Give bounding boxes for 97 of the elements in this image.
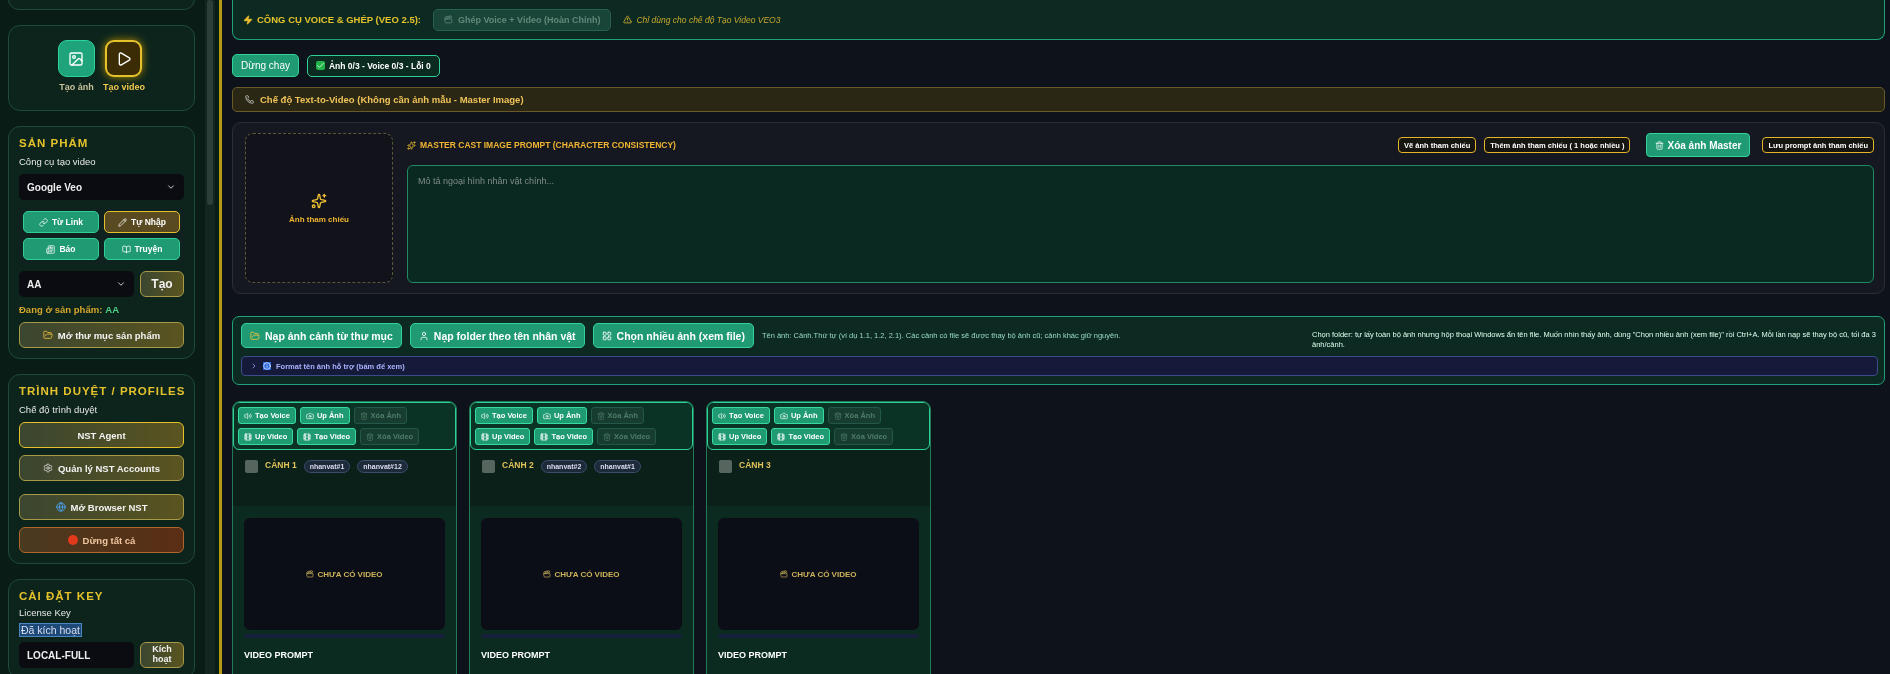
- tool-select[interactable]: Google Veo: [19, 174, 184, 200]
- caret-icon: [166, 182, 176, 192]
- scene-checkbox[interactable]: [719, 460, 732, 474]
- master-button[interactable]: Xóa ảnh Master: [1646, 133, 1751, 157]
- warning-icon: [623, 15, 633, 24]
- clapperboard-icon: [543, 570, 552, 579]
- camera-icon: [305, 411, 314, 420]
- master-title: MASTER CAST IMAGE PROMPT (CHARACTER CONSISTENCY): [407, 140, 1390, 150]
- trash-icon: [366, 432, 375, 441]
- video-status: CHƯA CÓ VIDEO: [317, 569, 383, 579]
- stop-button[interactable]: Dừng chạy: [232, 54, 299, 77]
- license-status: Đã kích hoạt: [19, 623, 82, 637]
- mode-button[interactable]: [58, 40, 95, 77]
- current-product: Đang ở sản phẩm: AA: [19, 304, 121, 315]
- section-title: CÀI ĐẶT KEY: [19, 590, 105, 602]
- scene-checkbox[interactable]: [245, 460, 258, 474]
- phone-icon: [245, 95, 254, 104]
- browser-button[interactable]: Mở Browser NST: [19, 494, 184, 520]
- create-button[interactable]: Tạo: [140, 271, 184, 297]
- play-icon: [116, 50, 132, 67]
- gear-icon: [42, 463, 53, 473]
- film-icon: [244, 432, 252, 441]
- import-button[interactable]: Chọn nhiều ảnh (xem file): [592, 323, 754, 348]
- trash-icon: [833, 411, 842, 420]
- mode-label: Tạo video: [103, 82, 145, 92]
- reference-dropzone[interactable]: Ảnh tham chiếu: [245, 133, 393, 283]
- tools-title: CÔNG CỤ VOICE & GHÉP (VEO 2.5):: [243, 14, 421, 25]
- caret-icon: [250, 362, 258, 371]
- speaker-icon: [481, 411, 489, 420]
- trash-icon: [596, 411, 605, 420]
- import-button[interactable]: Nạp ảnh cảnh từ thư mục: [241, 323, 402, 348]
- film-icon: [718, 432, 726, 441]
- license-field[interactable]: LOCAL-FULL: [19, 642, 134, 668]
- source-button[interactable]: Truyện: [104, 238, 180, 260]
- person-icon: [418, 330, 429, 341]
- trash-icon: [359, 411, 368, 420]
- browser-button[interactable]: Dừng tất cả: [19, 527, 184, 553]
- browser-mode-button[interactable]: NST Agent: [19, 422, 184, 448]
- prompt-field[interactable]: Mô tả ngoại hình nhân vật chính...: [407, 165, 1874, 283]
- film-icon: [540, 432, 549, 441]
- clapperboard-icon: [306, 570, 315, 579]
- field-label: Chế độ trình duyệt: [19, 404, 99, 415]
- prompt-label: VIDEO PROMPT: [718, 650, 788, 661]
- info-icon: [263, 362, 271, 371]
- open-folder-button[interactable]: Mở thư mục sản phẩm: [19, 322, 184, 348]
- mode-button[interactable]: [105, 40, 143, 77]
- browser-button[interactable]: Quản lý NST Accounts: [19, 455, 184, 481]
- book-icon: [121, 244, 131, 254]
- mode-label: Tạo ảnh: [59, 82, 94, 92]
- image-icon: [68, 50, 85, 67]
- camera-icon: [779, 411, 788, 420]
- section-title: SẢN PHẨM: [19, 137, 90, 149]
- film-icon: [777, 432, 786, 441]
- sparkle-icon: [407, 140, 416, 150]
- check-icon: [315, 61, 325, 70]
- link-icon: [38, 217, 48, 227]
- clapperboard-icon: [780, 570, 789, 579]
- trash-icon: [1655, 140, 1665, 150]
- caret-icon: [116, 279, 126, 289]
- grid-icon: [601, 330, 612, 341]
- trash-icon: [603, 432, 612, 441]
- lightning-icon: [243, 14, 253, 25]
- field-label: Công cụ tạo video: [19, 156, 97, 167]
- note-text: Chỉ dùng cho chế độ Tạo Video VEO3: [623, 14, 781, 25]
- stop-icon: [67, 535, 78, 545]
- folder-icon: [42, 330, 53, 340]
- product-select[interactable]: AA: [19, 271, 134, 297]
- import-button[interactable]: Nạp folder theo tên nhân vật: [409, 323, 585, 348]
- speaker-icon: [718, 411, 726, 420]
- scrollbar[interactable]: [205, 0, 215, 674]
- video-status: CHƯA CÓ VIDEO: [791, 569, 857, 579]
- sparkle-icon: [311, 192, 327, 209]
- activate-button[interactable]: Kích hoạt: [140, 642, 184, 668]
- prompt-label: VIDEO PROMPT: [481, 650, 551, 661]
- camera-icon: [542, 411, 551, 420]
- source-button[interactable]: Từ Link: [23, 211, 99, 233]
- speaker-icon: [244, 411, 252, 420]
- film-icon: [303, 432, 312, 441]
- scene-checkbox[interactable]: [482, 460, 495, 474]
- source-button[interactable]: Báo: [23, 238, 99, 260]
- clapperboard-icon: [444, 15, 453, 24]
- source-button[interactable]: Tự Nhập: [104, 211, 180, 233]
- scene-title: CẢNH 1: [265, 460, 297, 471]
- globe-icon: [55, 502, 66, 512]
- video-status: CHƯA CÓ VIDEO: [554, 569, 620, 579]
- section-title: TRÌNH DUYỆT / PROFILES: [19, 385, 184, 397]
- trash-icon: [840, 432, 849, 441]
- pencil-icon: [118, 217, 127, 227]
- prompt-label: VIDEO PROMPT: [244, 650, 314, 661]
- mode-banner: Chế độ Text-to-Video (Không cần ảnh mẫu - Master Image): [232, 87, 1885, 112]
- film-icon: [481, 432, 489, 441]
- field-label: License Key: [19, 607, 72, 618]
- newspaper-icon: [46, 244, 56, 254]
- run-status: Ảnh 0/3 - Voice 0/3 - Lỗi 0: [306, 54, 440, 77]
- scene-title: CẢNH 3: [739, 460, 771, 471]
- scene-title: CẢNH 2: [502, 460, 534, 471]
- folder-icon: [250, 330, 260, 341]
